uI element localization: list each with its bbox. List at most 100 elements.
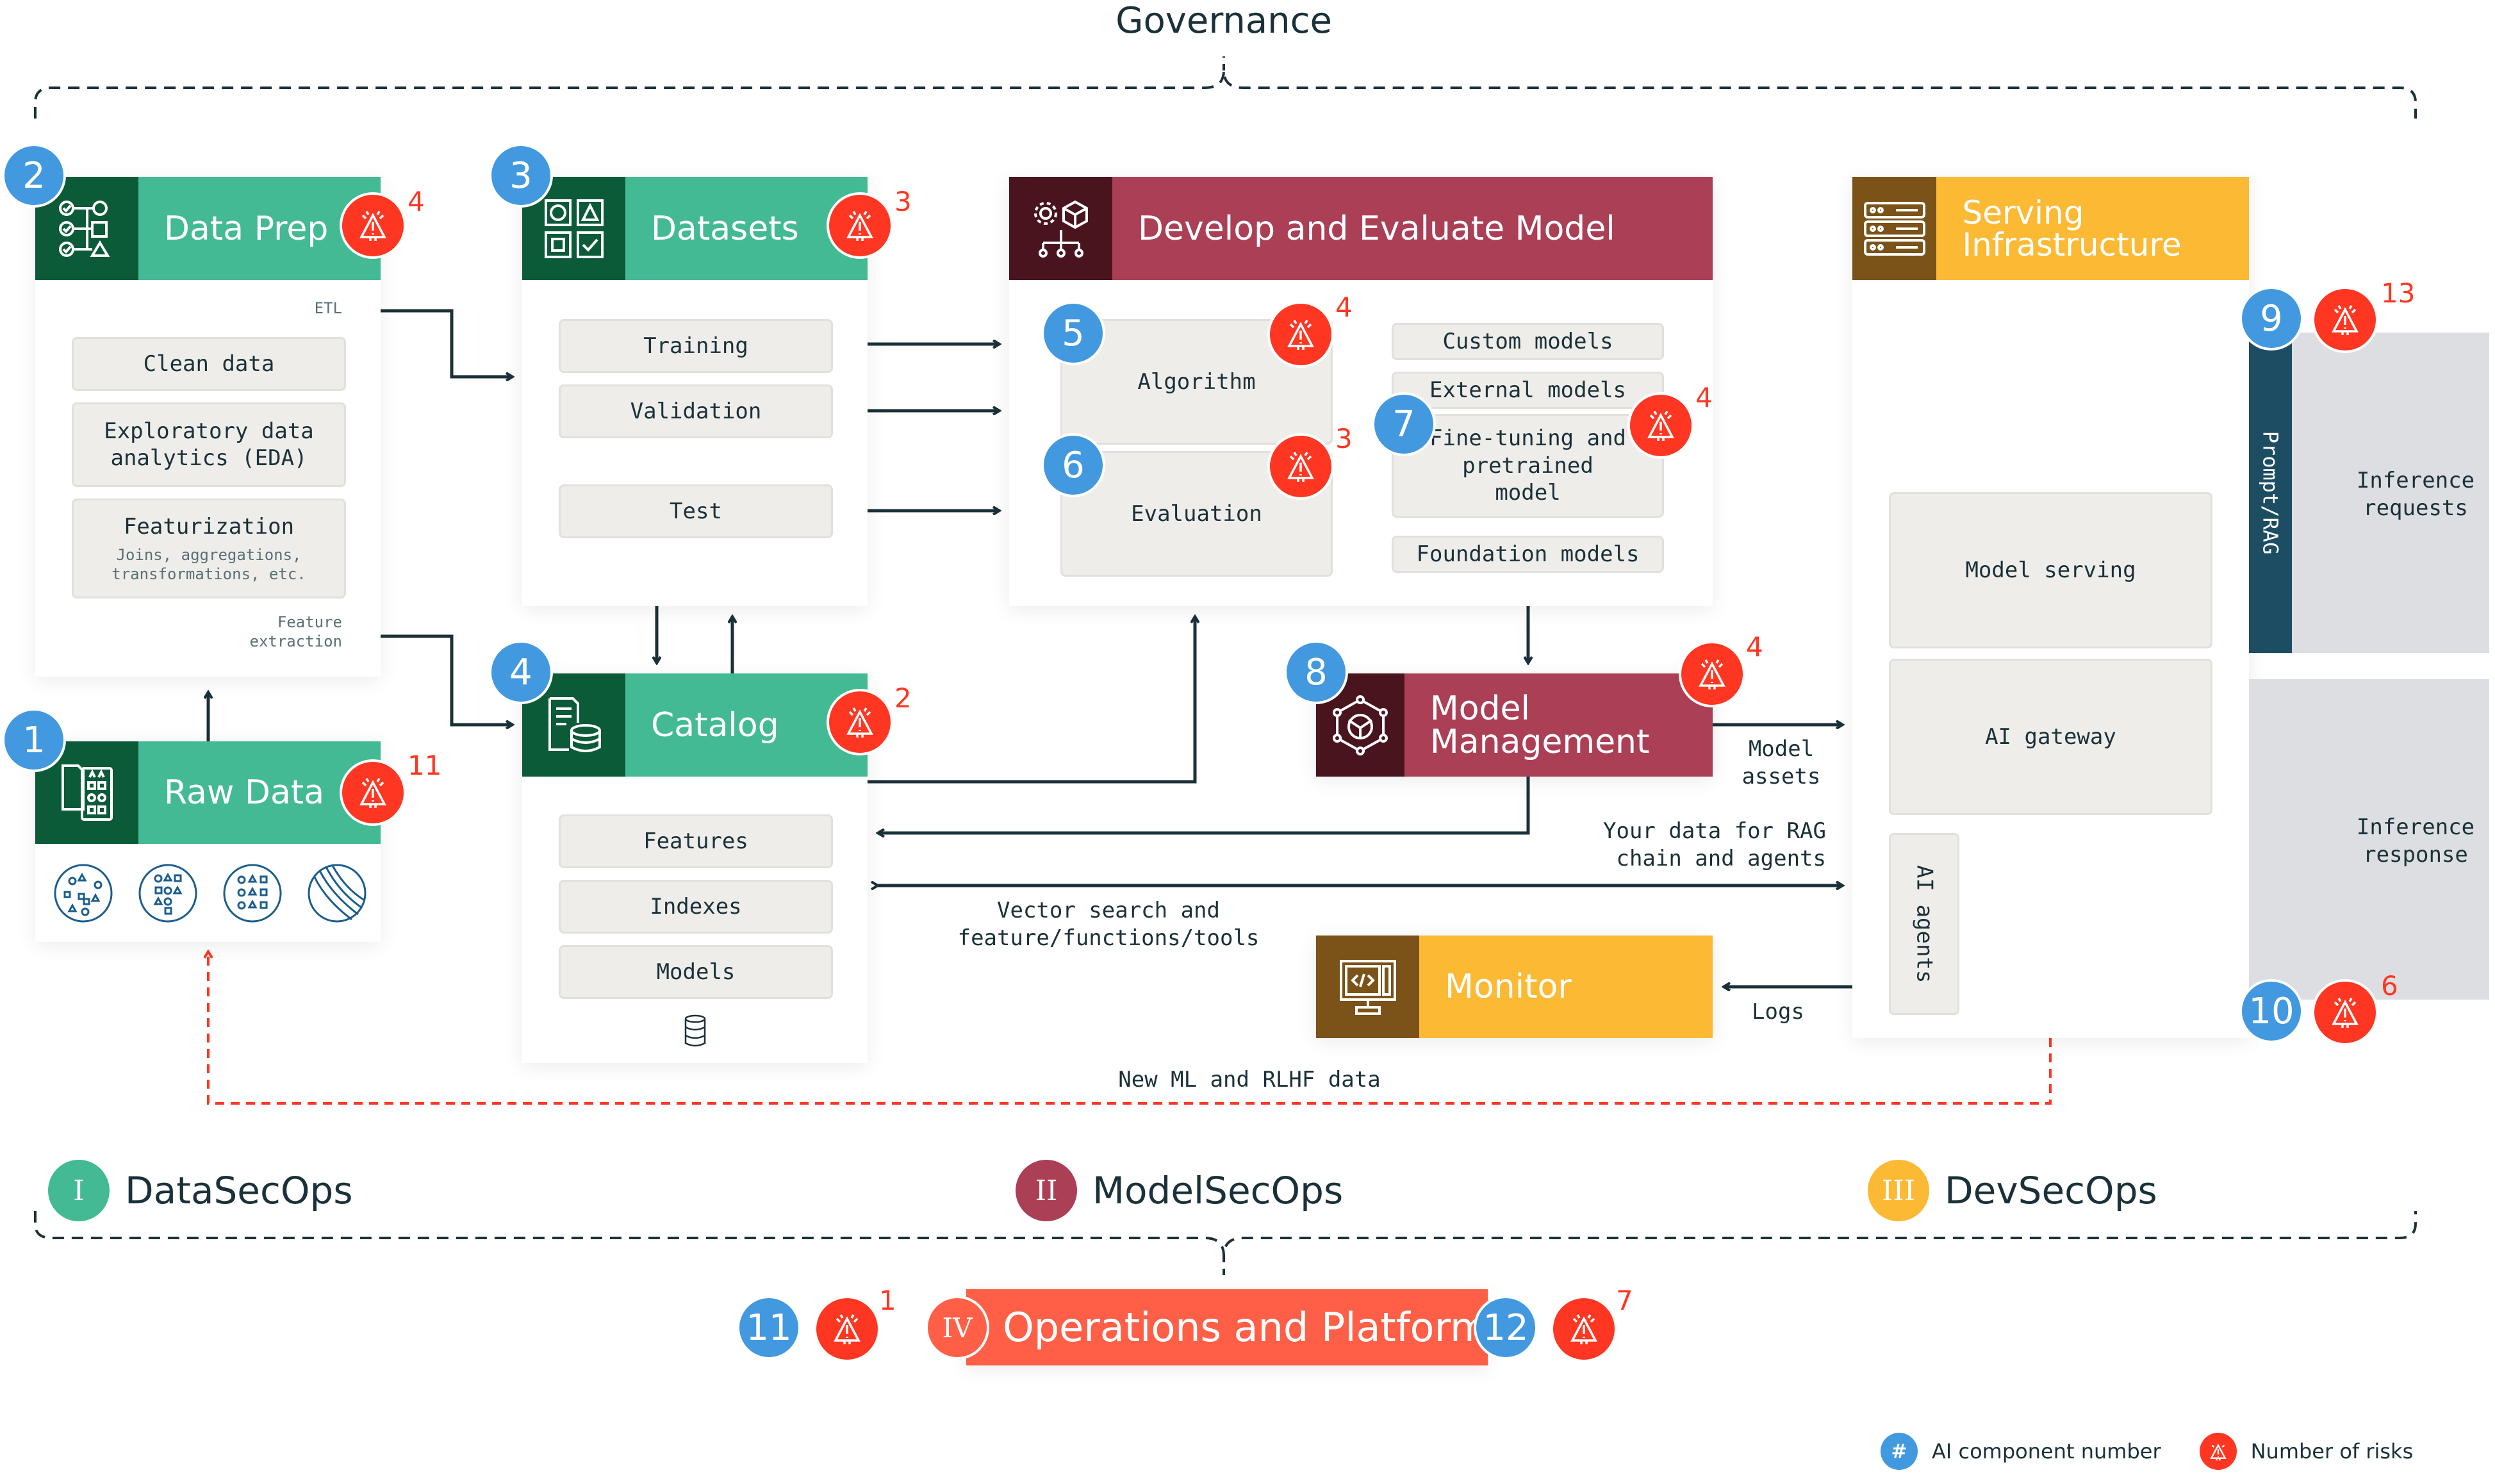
raw-data-card: Raw Data — [35, 741, 381, 942]
feature-extraction-label: Feature extraction — [249, 613, 343, 650]
monitor-title: Monitor — [1445, 968, 1572, 1006]
validation-chip: Validation — [559, 384, 833, 438]
inference-response-panel: Inference response — [2249, 679, 2489, 1000]
risk-count: 3 — [1335, 423, 1353, 454]
model-serving-chip: Model serving — [1889, 492, 2212, 648]
ai-agents-label: AI agents — [1911, 864, 1938, 984]
eda-chip: Exploratory data analytics (EDA) — [72, 402, 346, 487]
datasets-card: Datasets Training Validation Test — [522, 177, 868, 606]
component-number-9: 9 — [2239, 286, 2303, 350]
model-management-title: Model Management — [1429, 689, 1650, 761]
component-number-2: 2 — [2, 144, 66, 208]
risk-count: 2 — [894, 682, 912, 714]
structured-data-icon — [223, 864, 282, 923]
semi-structured-data-icon — [138, 864, 197, 923]
monitor-icon — [1316, 936, 1419, 1038]
inference-response-label: Inference response — [2356, 814, 2475, 868]
prompt-rag-label: Prompt/RAG — [2258, 431, 2283, 555]
devsecops-label: DevSecOps — [1945, 1169, 2157, 1212]
serving-header: Serving Infrastructure — [1852, 177, 2249, 280]
legend: # AI component number Number of risks — [1881, 1433, 2413, 1470]
develop-evaluate-card: Develop and Evaluate Model Algorithm Eva… — [1009, 177, 1713, 606]
component-number-11: 11 — [737, 1296, 801, 1360]
risk-icon — [2312, 286, 2378, 353]
inference-requests-label: Inference requests — [2356, 468, 2475, 521]
streaming-data-icon — [308, 864, 366, 923]
serving-icon — [1852, 177, 1937, 280]
datasecops: I DataSecOps — [48, 1160, 353, 1221]
rag-data-label: Your data for RAG chain and agents — [1603, 818, 1826, 871]
devsecops-numeral: III — [1868, 1160, 1929, 1221]
risk-count: 4 — [408, 186, 425, 217]
etl-arrow — [381, 309, 513, 377]
component-number-12: 12 — [1474, 1296, 1538, 1360]
risk-icon — [1551, 1296, 1617, 1362]
model-management-header: Model Management — [1316, 673, 1713, 777]
raw-data-sources — [53, 863, 367, 927]
legend-risk-icon — [2199, 1433, 2237, 1470]
data-prep-header: Data Prep — [35, 177, 381, 280]
inference-requests-panel: Prompt/RAG Inference requests — [2249, 333, 2489, 653]
risk-icon — [340, 192, 406, 259]
risk-count: 6 — [2381, 970, 2398, 1002]
logs-label: Logs — [1752, 999, 1804, 1025]
raw-data-title: Raw Data — [164, 773, 325, 812]
indexes-chip: Indexes — [559, 880, 833, 934]
unstructured-data-icon — [54, 864, 113, 923]
legend-number-icon: # — [1881, 1433, 1918, 1470]
catalog-title: Catalog — [651, 705, 779, 745]
component-number-1: 1 — [2, 708, 66, 772]
component-number-10: 10 — [2239, 979, 2303, 1043]
risk-count: 4 — [1335, 292, 1353, 323]
serving-card: Serving Infrastructure Model serving AI … — [1852, 177, 2249, 1038]
etl-label: ETL — [314, 299, 342, 317]
prompt-rag-strip: Prompt/RAG — [2249, 333, 2292, 653]
catalog-header: Catalog — [522, 673, 868, 777]
component-number-6: 6 — [1041, 433, 1105, 497]
data-prep-card: Data Prep ETL Clean data Exploratory dat… — [35, 177, 381, 677]
feedback-label: New ML and RLHF data — [1118, 1067, 1381, 1092]
risk-icon — [827, 689, 893, 755]
risk-icon — [1267, 301, 1334, 368]
risk-count: 4 — [1746, 631, 1763, 663]
risk-icon — [827, 192, 893, 259]
model-assets-label: Model assets — [1742, 736, 1821, 789]
datasets-title: Datasets — [651, 209, 799, 248]
governance-title: Governance — [1116, 0, 1332, 42]
datasecops-label: DataSecOps — [125, 1169, 353, 1212]
modelsecops-label: ModelSecOps — [1092, 1169, 1344, 1212]
operations-label: Operations and Platform — [1003, 1304, 1489, 1351]
risk-icon — [1679, 641, 1745, 707]
catalog-to-develop-arrow — [868, 616, 1195, 784]
component-number-7: 7 — [1372, 392, 1436, 456]
risk-count: 13 — [2381, 277, 2416, 309]
datasecops-numeral: I — [48, 1160, 110, 1221]
featurization-sub: Joins, aggregations, transformations, et… — [111, 546, 306, 584]
datasets-header: Datasets — [522, 177, 868, 280]
vector-search-label: Vector search and feature/functions/tool… — [957, 898, 1260, 951]
component-number-3: 3 — [489, 144, 553, 208]
risk-icon — [340, 759, 406, 826]
ai-gateway-chip: AI gateway — [1889, 659, 2212, 815]
models-chip: Models — [559, 945, 833, 999]
database-icon — [684, 1014, 706, 1047]
legend-risk-label: Number of risks — [2250, 1439, 2414, 1463]
foundation-models-chip: Foundation models — [1392, 536, 1664, 573]
risk-icon — [814, 1296, 880, 1362]
component-number-8: 8 — [1284, 640, 1348, 704]
external-models-chip: External models — [1392, 372, 1664, 409]
component-number-5: 5 — [1041, 301, 1105, 365]
clean-data-chip: Clean data — [72, 337, 346, 391]
develop-icon — [1009, 177, 1112, 280]
risk-count: 7 — [1616, 1285, 1633, 1316]
develop-title: Develop and Evaluate Model — [1138, 209, 1615, 248]
legend-number-label: AI component number — [1932, 1439, 2161, 1463]
risk-count: 1 — [879, 1285, 896, 1316]
risk-count: 11 — [408, 750, 442, 781]
catalog-card: Catalog Features Indexes Models — [522, 673, 868, 1063]
featurization-label: Featurization — [123, 513, 295, 540]
risk-count: 3 — [894, 186, 912, 217]
custom-models-chip: Custom models — [1392, 323, 1664, 360]
risk-icon — [1267, 433, 1334, 500]
model-management-card: Model Management — [1316, 673, 1713, 777]
